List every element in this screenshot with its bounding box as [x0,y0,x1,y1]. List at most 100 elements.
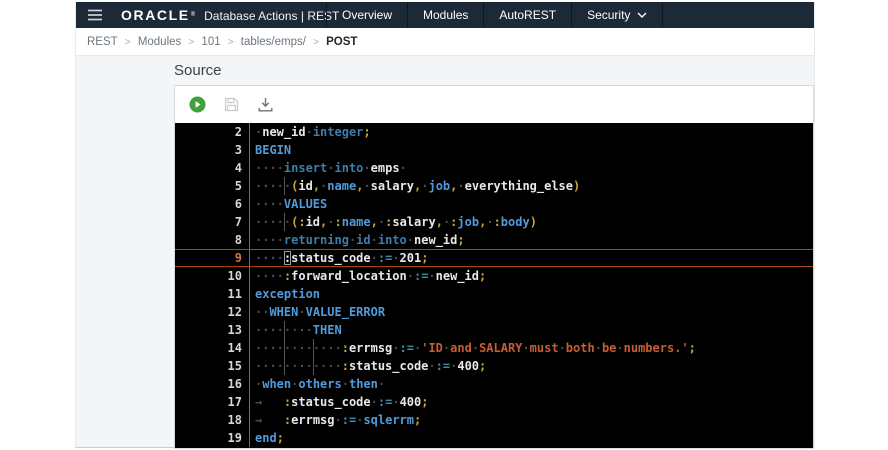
code-line-14[interactable]: 14············:errmsg·:=·'ID·and·SALARY·… [175,339,813,357]
code-line-11[interactable]: 11exception [175,285,813,303]
tab-overview[interactable]: Overview [326,2,407,28]
code-text: ····returning·id·into·new_id; [250,231,813,249]
line-number: 8 [175,231,250,249]
code-text: ········THEN [250,321,813,339]
breadcrumb-item-modules[interactable]: Modules [138,36,181,48]
code-line-10[interactable]: 10····:forward_location·:=·new_id; [175,267,813,285]
line-number: 10 [175,267,250,285]
code-line-12[interactable]: 12··WHEN·VALUE_ERROR [175,303,813,321]
code-text: ·····(:id,·:name,·:salary,·:job,·:body) [250,213,813,231]
page-title: Source [174,62,222,79]
code-text: → :status_code·:=·400; [250,393,813,411]
line-number: 3 [175,141,250,159]
top-nav-tabs: Overview Modules AutoREST Security [326,2,663,28]
line-number: 16 [175,375,250,393]
download-icon [258,97,273,112]
code-text: exception [250,285,813,303]
line-number: 11 [175,285,250,303]
breadcrumb-item-tables-emps[interactable]: tables/emps/ [241,36,306,48]
line-number: 19 [175,429,250,447]
source-card: 2·new_id·integer;3BEGIN4····insert·into·… [174,85,814,449]
line-number: 6 [175,195,250,213]
code-line-15[interactable]: 15············:status_code·:=·400; [175,357,813,375]
breadcrumb-current: POST [326,36,357,48]
code-line-13[interactable]: 13········THEN [175,321,813,339]
database-actions-window: ORACLE ® Database Actions | REST Overvie… [75,2,815,448]
code-text: ·····(id,·name,·salary,·job,·everything_… [250,177,813,195]
indent-guide [284,339,285,357]
breadcrumb-item-rest[interactable]: REST [87,36,118,48]
breadcrumb: REST > Modules >101 > tables/emps/ > POST [76,28,814,56]
tab-security[interactable]: Security [571,2,663,28]
line-number: 4 [175,159,250,177]
code-line-18[interactable]: 18→ :errmsg·:=·sqlerrm; [175,411,813,429]
code-text: ····:forward_location·:=·new_id; [250,267,813,285]
run-button[interactable] [188,96,206,114]
code-text: ··WHEN·VALUE_ERROR [250,303,813,321]
breadcrumb-separator: > [313,36,319,48]
line-number: 18 [175,411,250,429]
code-text: ·when·others·then· [250,375,813,393]
code-line-8[interactable]: 8····returning·id·into·new_id; [175,231,813,249]
code-text: BEGIN [250,141,813,159]
tab-label: Modules [423,8,468,22]
tab-autorest[interactable]: AutoREST [483,2,571,28]
code-line-9[interactable]: 9····:status_code·:=·201; [175,249,813,267]
indent-guide [284,213,285,231]
floppy-disk-icon [224,97,239,112]
indent-guide [284,321,285,339]
play-circle-icon [189,96,206,113]
indent-guide [313,357,314,375]
line-number: 14 [175,339,250,357]
chevron-down-icon [637,12,647,18]
screenshot-canvas: ORACLE ® Database Actions | REST Overvie… [0,0,888,450]
line-number: 5 [175,177,250,195]
code-line-4[interactable]: 4····insert·into·emps· [175,159,813,177]
code-line-16[interactable]: 16·when·others·then· [175,375,813,393]
tab-modules[interactable]: Modules [407,2,483,28]
code-text: ············:errmsg·:=·'ID·and·SALARY·mu… [250,339,813,357]
line-number: 7 [175,213,250,231]
registered-mark: ® [191,12,195,18]
indent-guide [284,177,285,195]
code-line-19[interactable]: 19end; [175,429,813,447]
breadcrumb-separator: > [188,36,194,48]
download-button[interactable] [256,96,274,114]
oracle-logo: ORACLE [121,7,190,23]
line-number: 17 [175,393,250,411]
indent-guide [284,357,285,375]
app-header: ORACLE ® Database Actions | REST Overvie… [76,2,814,28]
code-line-7[interactable]: 7·····(:id,·:name,·:salary,·:job,·:body) [175,213,813,231]
code-text: ····:status_code·:=·201; [250,249,813,267]
product-title: Database Actions | REST [204,9,339,23]
line-number: 13 [175,321,250,339]
code-line-6[interactable]: 6····VALUES [175,195,813,213]
code-text: → :errmsg·:=·sqlerrm; [250,411,813,429]
code-line-3[interactable]: 3BEGIN [175,141,813,159]
code-line-5[interactable]: 5·····(id,·name,·salary,·job,·everything… [175,177,813,195]
tab-label: Security [587,8,630,22]
code-text: end; [250,429,813,447]
brand-lockup: ORACLE ® Database Actions | REST [121,7,339,23]
line-number: 12 [175,303,250,321]
page-body: Source [76,56,814,449]
tab-label: Overview [342,8,392,22]
breadcrumb-item-101[interactable]: 101 [201,36,220,48]
breadcrumb-separator: > [125,36,131,48]
hamburger-menu-icon[interactable] [88,9,102,21]
tab-label: AutoREST [499,8,556,22]
code-text: ····VALUES [250,195,813,213]
code-line-17[interactable]: 17→ :status_code·:=·400; [175,393,813,411]
code-text: ····insert·into·emps· [250,159,813,177]
code-editor[interactable]: 2·new_id·integer;3BEGIN4····insert·into·… [175,123,813,448]
breadcrumb-separator: > [228,36,234,48]
line-number: 15 [175,357,250,375]
code-text: ············:status_code·:=·400; [250,357,813,375]
code-text: ·new_id·integer; [250,123,813,141]
indent-guide [313,339,314,357]
line-number: 9 [175,249,250,267]
line-number: 2 [175,123,250,141]
code-line-2[interactable]: 2·new_id·integer; [175,123,813,141]
save-button[interactable] [222,96,240,114]
editor-toolbar [175,86,813,123]
